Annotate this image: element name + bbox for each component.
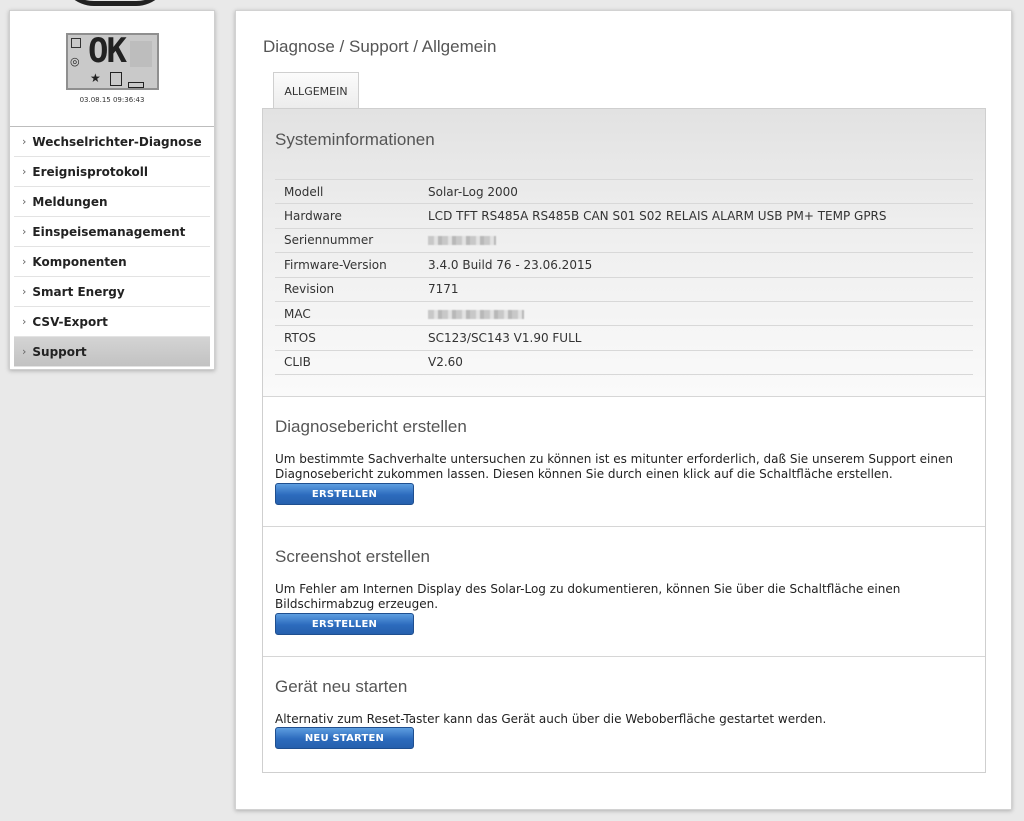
chevron-right-icon: ›: [22, 285, 27, 298]
tab-panel: Systeminformationen Modell Solar-Log 2000…: [262, 108, 986, 773]
table-row: MAC: [275, 300, 973, 326]
chevron-right-icon: ›: [22, 195, 27, 208]
lcd-chart-icon: [71, 38, 81, 48]
create-diagnose-button[interactable]: ERSTELLEN: [275, 483, 414, 505]
info-value-redacted: [419, 300, 973, 326]
section-title: Gerät neu starten: [275, 677, 408, 696]
chevron-right-icon: ›: [22, 345, 27, 358]
info-value: V2.60: [419, 349, 973, 376]
info-key: Seriennummer: [275, 227, 419, 253]
create-screenshot-button[interactable]: ERSTELLEN: [275, 613, 414, 635]
table-row: CLIB V2.60: [275, 349, 973, 376]
section-title: Diagnosebericht erstellen: [275, 417, 467, 436]
chevron-right-icon: ›: [22, 255, 27, 268]
info-key: MAC: [275, 300, 419, 326]
sidebar-item-meldungen[interactable]: › Meldungen: [14, 187, 210, 217]
person-icon: ★: [90, 71, 101, 85]
lcd-status-text: OK: [88, 31, 127, 71]
screenshot-section: Screenshot erstellen Um Fehler am Intern…: [263, 527, 985, 657]
globe-icon: ◎: [70, 55, 80, 68]
info-key: CLIB: [275, 349, 419, 376]
section-description: Alternativ zum Reset-Taster kann das Ger…: [275, 712, 827, 726]
main-content: Diagnose / Support / Allgemein ALLGEMEIN…: [235, 10, 1012, 810]
table-row: Hardware LCD TFT RS485A RS485B CAN S01 S0…: [275, 203, 973, 229]
sidebar-item-support[interactable]: › Support: [14, 337, 210, 367]
sidebar-item-wechselrichter-diagnose[interactable]: › Wechselrichter-Diagnose: [14, 127, 210, 157]
info-value: 7171: [419, 276, 973, 302]
sidebar: ◎ ★ OK 03.08.15 09:36:43 › Wechselrichter…: [9, 10, 215, 370]
sidebar-item-smart-energy[interactable]: › Smart Energy: [14, 277, 210, 307]
tab-allgemein[interactable]: ALLGEMEIN: [273, 72, 359, 109]
redacted-mac: [428, 309, 524, 319]
restart-section: Gerät neu starten Alternativ zum Reset-T…: [263, 657, 985, 771]
info-key: Modell: [275, 178, 419, 204]
sidebar-item-label: Komponenten: [32, 254, 127, 269]
sidebar-item-einspeisemanagement[interactable]: › Einspeisemanagement: [14, 217, 210, 247]
info-key: Revision: [275, 276, 419, 302]
restart-button[interactable]: NEU STARTEN: [275, 727, 414, 749]
chevron-right-icon: ›: [22, 315, 27, 328]
sidebar-item-label: Meldungen: [32, 194, 108, 209]
system-info-table: Modell Solar-Log 2000 Hardware LCD TFT RS4…: [275, 178, 973, 376]
sidebar-item-label: Smart Energy: [32, 284, 125, 299]
sidebar-item-label: Wechselrichter-Diagnose: [32, 134, 202, 149]
sidebar-item-label: CSV-Export: [32, 314, 108, 329]
battery-icon: [128, 82, 144, 88]
info-value-redacted: [419, 227, 973, 253]
info-value: SC123/SC143 V1.90 FULL: [419, 325, 973, 351]
lcd-display: ◎ ★ OK: [66, 31, 159, 90]
section-title: Screenshot erstellen: [275, 547, 430, 566]
sidebar-item-label: Ereignisprotokoll: [32, 164, 149, 179]
chevron-right-icon: ›: [22, 225, 27, 238]
lcd-status-panel: ◎ ★ OK 03.08.15 09:36:43: [10, 11, 214, 127]
chevron-right-icon: ›: [22, 165, 27, 178]
info-key: Firmware-Version: [275, 252, 419, 278]
info-value: 3.4.0 Build 76 - 23.06.2015: [419, 252, 973, 278]
lcd-timestamp: 03.08.15 09:36:43: [79, 96, 145, 104]
info-key: RTOS: [275, 325, 419, 351]
sidebar-item-label: Support: [32, 344, 87, 359]
lcd-segment-area: [130, 41, 152, 67]
diagnose-report-section: Diagnosebericht erstellen Um bestimmte S…: [263, 397, 985, 527]
table-row: Modell Solar-Log 2000: [275, 178, 973, 204]
table-row: Seriennummer: [275, 227, 973, 253]
system-info-section: Systeminformationen Modell Solar-Log 2000…: [263, 109, 985, 397]
section-description: Um bestimmte Sachverhalte untersuchen zu…: [275, 452, 953, 481]
table-row: RTOS SC123/SC143 V1.90 FULL: [275, 325, 973, 351]
table-row: Firmware-Version 3.4.0 Build 76 - 23.06.2…: [275, 252, 973, 278]
info-value: Solar-Log 2000: [419, 178, 973, 204]
sidebar-item-ereignisprotokoll[interactable]: › Ereignisprotokoll: [14, 157, 210, 187]
sidebar-nav: › Wechselrichter-Diagnose › Ereignisprotok…: [10, 127, 214, 367]
sidebar-item-label: Einspeisemanagement: [32, 224, 186, 239]
sidebar-item-csv-export[interactable]: › CSV-Export: [14, 307, 210, 337]
redacted-serial: [428, 236, 496, 246]
info-value: LCD TFT RS485A RS485B CAN S01 S02 RELAIS…: [419, 203, 973, 229]
sidebar-item-komponenten[interactable]: › Komponenten: [14, 247, 210, 277]
section-title: Systeminformationen: [275, 130, 435, 149]
table-row: Revision 7171: [275, 276, 973, 302]
header-logo-arc: [60, 0, 170, 6]
chevron-right-icon: ›: [22, 135, 27, 148]
info-key: Hardware: [275, 203, 419, 229]
device-icon: [110, 72, 122, 86]
breadcrumb: Diagnose / Support / Allgemein: [263, 37, 497, 56]
section-description: Um Fehler am Internen Display des Solar-…: [275, 582, 901, 611]
